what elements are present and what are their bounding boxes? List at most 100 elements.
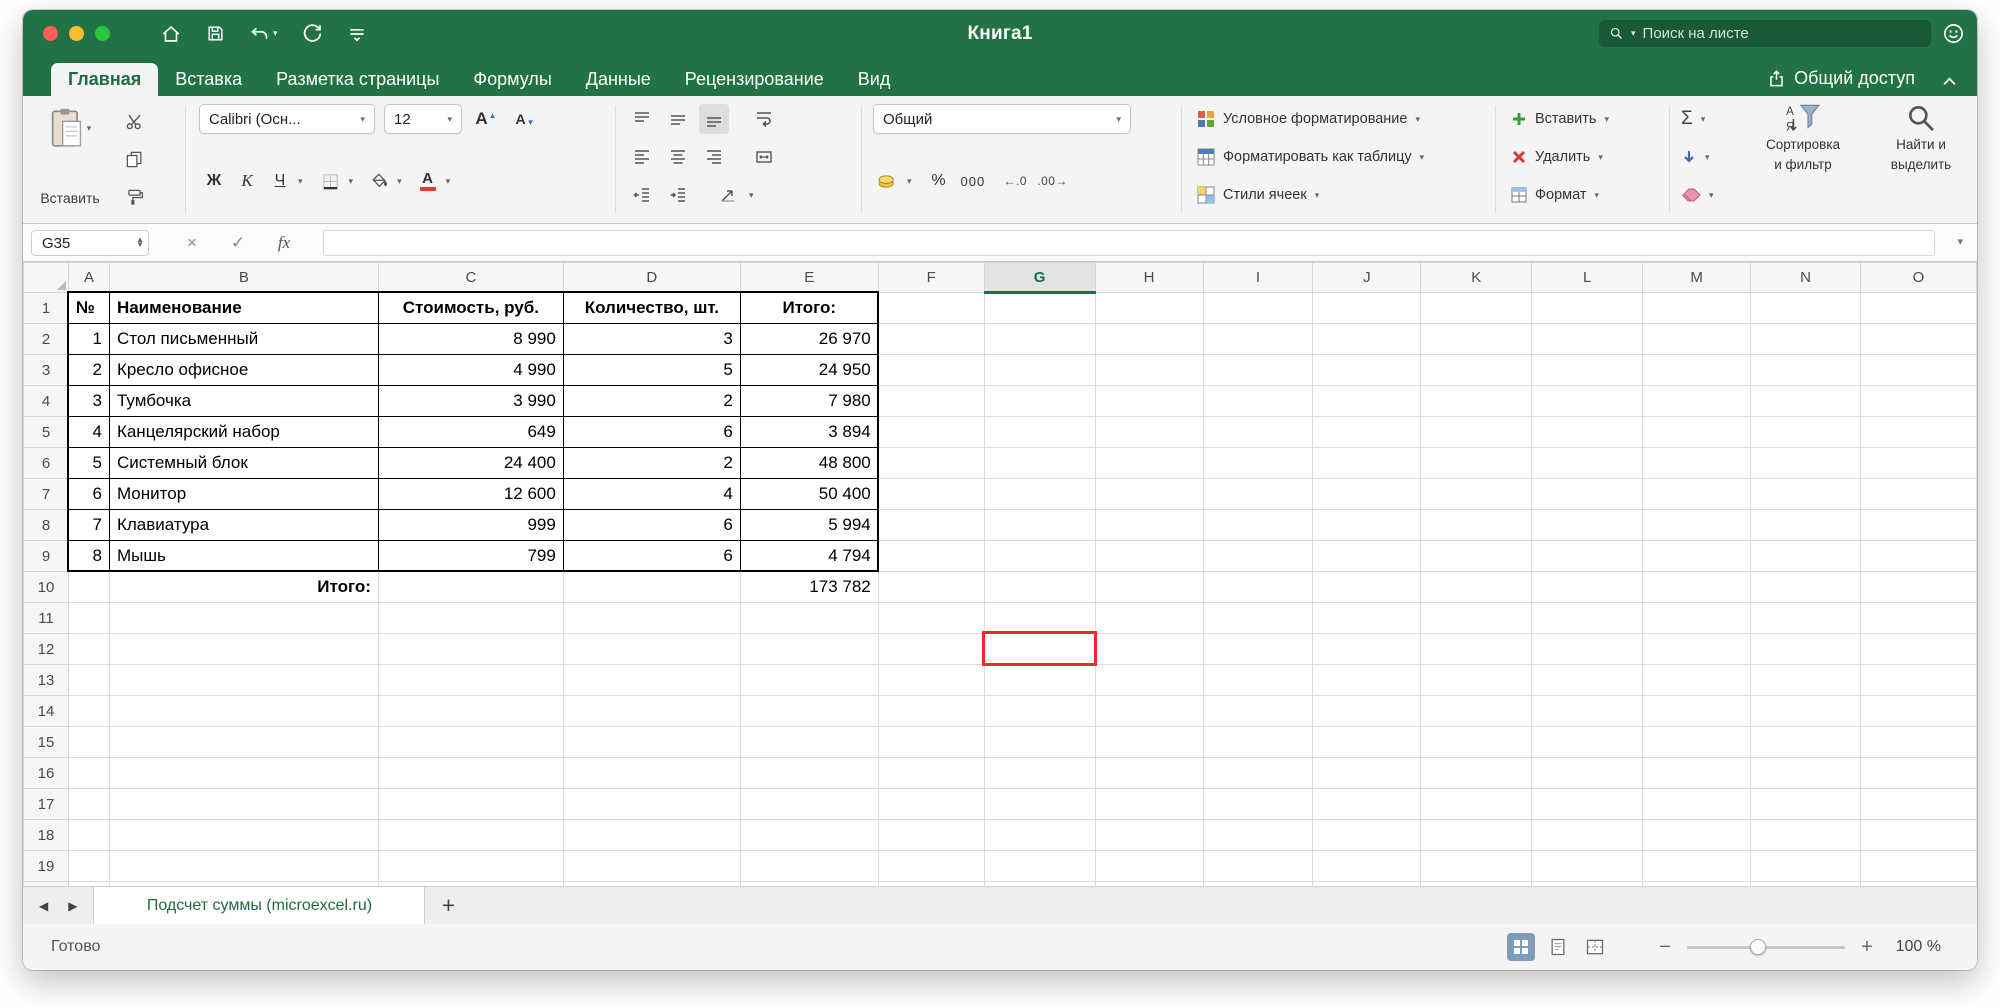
cell-C6[interactable]: 24 400 [377, 447, 564, 479]
italic-button[interactable]: К [232, 166, 262, 196]
fill-button[interactable]: ▾ [1681, 142, 1710, 172]
cell-H11[interactable] [1095, 602, 1204, 634]
cell-F17[interactable] [878, 788, 985, 820]
cell-K15[interactable] [1420, 726, 1533, 758]
cell-D8[interactable]: 6 [562, 509, 741, 541]
cell-H4[interactable] [1095, 385, 1204, 417]
cell-C15[interactable] [378, 726, 564, 758]
cell-N1[interactable] [1750, 292, 1861, 324]
cell-B16[interactable] [109, 757, 379, 789]
column-header-L[interactable]: L [1531, 262, 1644, 293]
cell-K6[interactable] [1420, 447, 1533, 479]
cell-G14[interactable] [984, 695, 1096, 727]
cell-I8[interactable] [1203, 509, 1314, 541]
cell-H14[interactable] [1095, 695, 1204, 727]
cell-D10[interactable] [563, 571, 741, 603]
cell-H16[interactable] [1095, 757, 1204, 789]
row-header-13[interactable]: 13 [23, 664, 69, 696]
cell-O9[interactable] [1860, 540, 1977, 572]
cell-N9[interactable] [1750, 540, 1861, 572]
cell-M12[interactable] [1642, 633, 1752, 665]
cell-N8[interactable] [1750, 509, 1861, 541]
tab-page-layout[interactable]: Разметка страницы [259, 63, 456, 96]
cell-I14[interactable] [1203, 695, 1314, 727]
column-header-F[interactable]: F [877, 262, 985, 293]
cell-J11[interactable] [1312, 602, 1422, 634]
cell-A11[interactable] [68, 602, 110, 634]
cell-L17[interactable] [1531, 788, 1644, 820]
decrease-decimal-button[interactable]: .00→ [1034, 166, 1071, 196]
cut-button[interactable] [119, 106, 149, 136]
column-header-C[interactable]: C [377, 262, 564, 293]
cell-E12[interactable] [740, 633, 879, 665]
close-window-button[interactable] [43, 26, 58, 41]
page-layout-view-button[interactable] [1544, 933, 1572, 961]
cell-F2[interactable] [878, 323, 985, 355]
cell-C2[interactable]: 8 990 [377, 323, 564, 355]
cell-O14[interactable] [1860, 695, 1977, 727]
cell-N11[interactable] [1750, 602, 1861, 634]
cell-I16[interactable] [1203, 757, 1314, 789]
cell-E14[interactable] [740, 695, 879, 727]
align-bottom-button[interactable] [699, 104, 729, 134]
redo-button[interactable] [302, 23, 323, 44]
cell-K1[interactable] [1420, 292, 1533, 324]
underline-button[interactable]: Ч [265, 166, 295, 196]
cell-A1[interactable]: № [67, 292, 110, 324]
cell-N7[interactable] [1750, 478, 1861, 510]
cell-K5[interactable] [1420, 416, 1533, 448]
cell-F3[interactable] [878, 354, 985, 386]
expand-formula-bar-button[interactable]: ▾ [1957, 235, 1963, 248]
column-header-G[interactable]: G [983, 262, 1096, 294]
decrease-font-size-button[interactable]: A ▼ [510, 104, 540, 134]
cell-I4[interactable] [1203, 385, 1314, 417]
format-cells-button[interactable]: Формат ▾ [1511, 180, 1599, 210]
cell-B3[interactable]: Кресло офисное [108, 354, 379, 386]
cell-K2[interactable] [1420, 323, 1533, 355]
cell-I17[interactable] [1203, 788, 1314, 820]
name-box[interactable]: G35 ▲ ▼ [31, 230, 149, 256]
feedback-smiley-button[interactable] [1942, 22, 1965, 45]
cell-I12[interactable] [1203, 633, 1314, 665]
cell-A14[interactable] [68, 695, 110, 727]
cell-K12[interactable] [1420, 633, 1533, 665]
insert-cells-button[interactable]: Вставить ▾ [1511, 104, 1609, 134]
tab-formulas[interactable]: Формулы [456, 63, 568, 96]
row-header-15[interactable]: 15 [23, 726, 69, 758]
cell-L5[interactable] [1531, 416, 1644, 448]
number-format-combo[interactable]: Общий ▾ [873, 104, 1131, 134]
cell-M18[interactable] [1642, 819, 1752, 851]
column-header-I[interactable]: I [1202, 262, 1314, 293]
cell-F10[interactable] [878, 571, 985, 603]
cell-J1[interactable] [1312, 292, 1422, 324]
align-right-button[interactable] [699, 142, 729, 172]
cell-C19[interactable] [378, 850, 564, 882]
cell-K4[interactable] [1420, 385, 1533, 417]
cell-O8[interactable] [1860, 509, 1977, 541]
font-size-combo[interactable]: 12 ▾ [384, 104, 462, 134]
cell-D16[interactable] [563, 757, 741, 789]
tab-home[interactable]: Главная [51, 63, 159, 96]
cell-N18[interactable] [1750, 819, 1861, 851]
cell-L2[interactable] [1531, 323, 1644, 355]
cell-O3[interactable] [1860, 354, 1977, 386]
cell-J14[interactable] [1312, 695, 1422, 727]
cell-M10[interactable] [1642, 571, 1752, 603]
search-input[interactable] [1642, 25, 1921, 42]
cell-K7[interactable] [1420, 478, 1533, 510]
cell-B5[interactable]: Канцелярский набор [108, 416, 379, 448]
cell-B13[interactable] [109, 664, 379, 696]
autosum-button[interactable]: Σ ▾ [1681, 104, 1705, 134]
cell-E4[interactable]: 7 980 [739, 385, 879, 417]
zoom-level-label[interactable]: 100 % [1889, 938, 1941, 956]
row-header-2[interactable]: 2 [23, 323, 69, 355]
home-button[interactable] [160, 23, 182, 45]
cell-O16[interactable] [1860, 757, 1977, 789]
merge-center-button[interactable] [749, 142, 779, 172]
cell-H13[interactable] [1095, 664, 1204, 696]
cell-D13[interactable] [563, 664, 741, 696]
cell-C5[interactable]: 649 [377, 416, 564, 448]
column-header-J[interactable]: J [1312, 262, 1422, 293]
cell-N13[interactable] [1750, 664, 1861, 696]
cell-B15[interactable] [109, 726, 379, 758]
